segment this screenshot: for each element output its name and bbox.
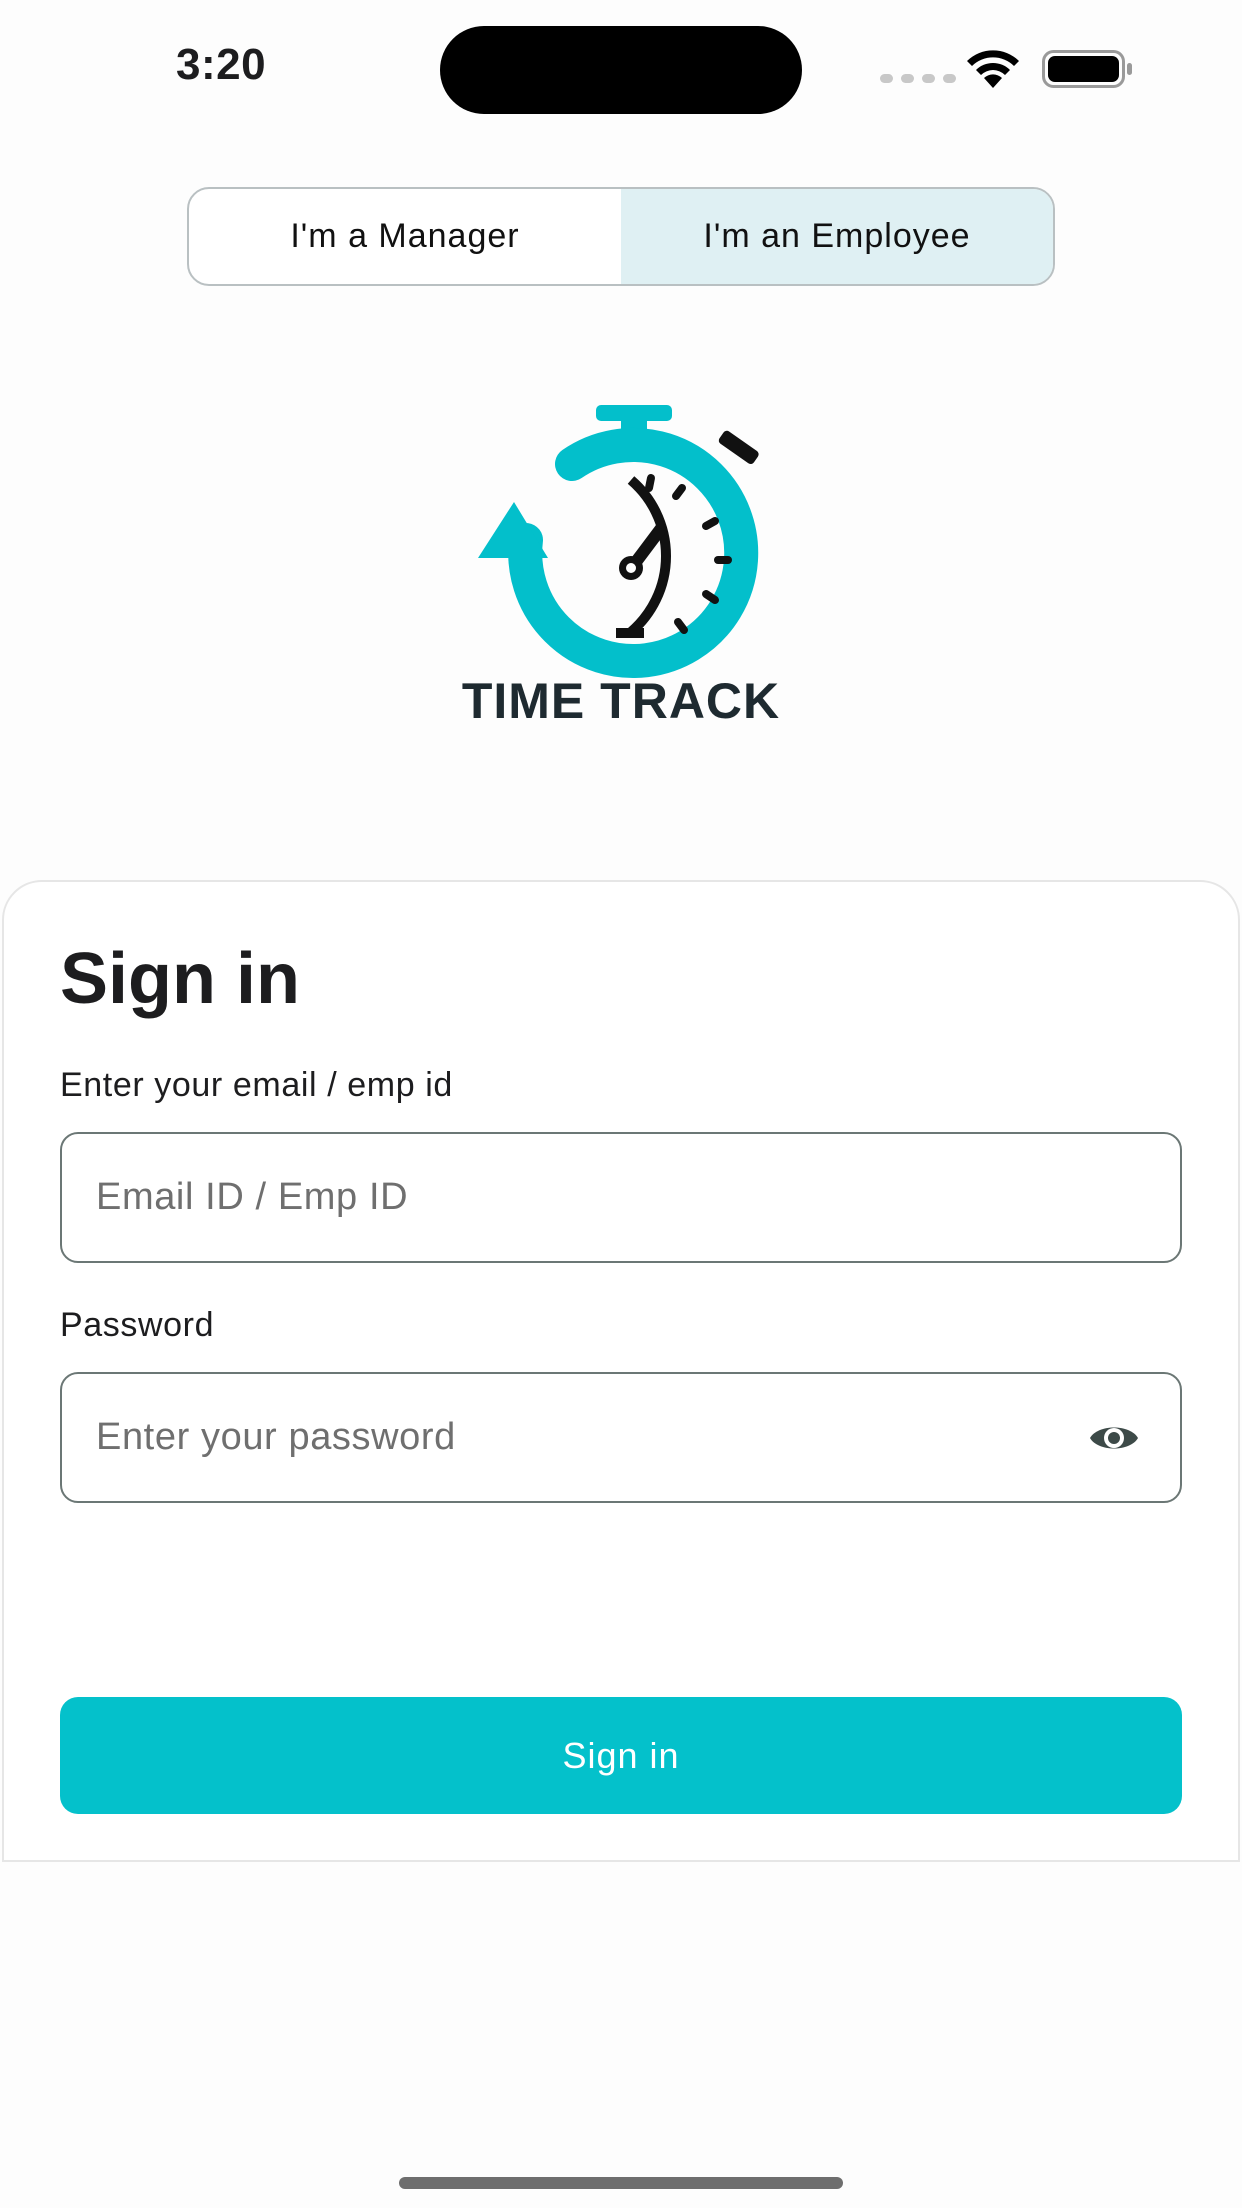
password-label: Password <box>60 1306 215 1344</box>
email-field-container <box>60 1132 1182 1263</box>
status-time: 3:20 <box>176 40 267 89</box>
login-screen: 3:20 I'm a Manager I'm an Employee TIME … <box>0 0 1242 2208</box>
password-input[interactable] <box>96 1416 1146 1459</box>
email-label: Enter your email / emp id <box>60 1066 453 1104</box>
wifi-icon <box>967 50 1019 88</box>
battery-icon <box>1042 50 1132 88</box>
page-title: Sign in <box>60 939 300 1019</box>
signin-button[interactable]: Sign in <box>60 1697 1182 1814</box>
dynamic-island <box>440 26 802 114</box>
role-option-employee[interactable]: I'm an Employee <box>621 189 1053 284</box>
email-input[interactable] <box>96 1176 1146 1219</box>
eye-icon[interactable] <box>1088 1418 1140 1458</box>
logo-text: TIME TRACK <box>461 673 781 729</box>
home-indicator <box>399 2177 843 2189</box>
password-field-container <box>60 1372 1182 1503</box>
role-option-manager[interactable]: I'm a Manager <box>189 189 621 284</box>
cellular-signal-icon <box>880 74 956 83</box>
role-toggle: I'm a Manager I'm an Employee <box>187 187 1055 286</box>
